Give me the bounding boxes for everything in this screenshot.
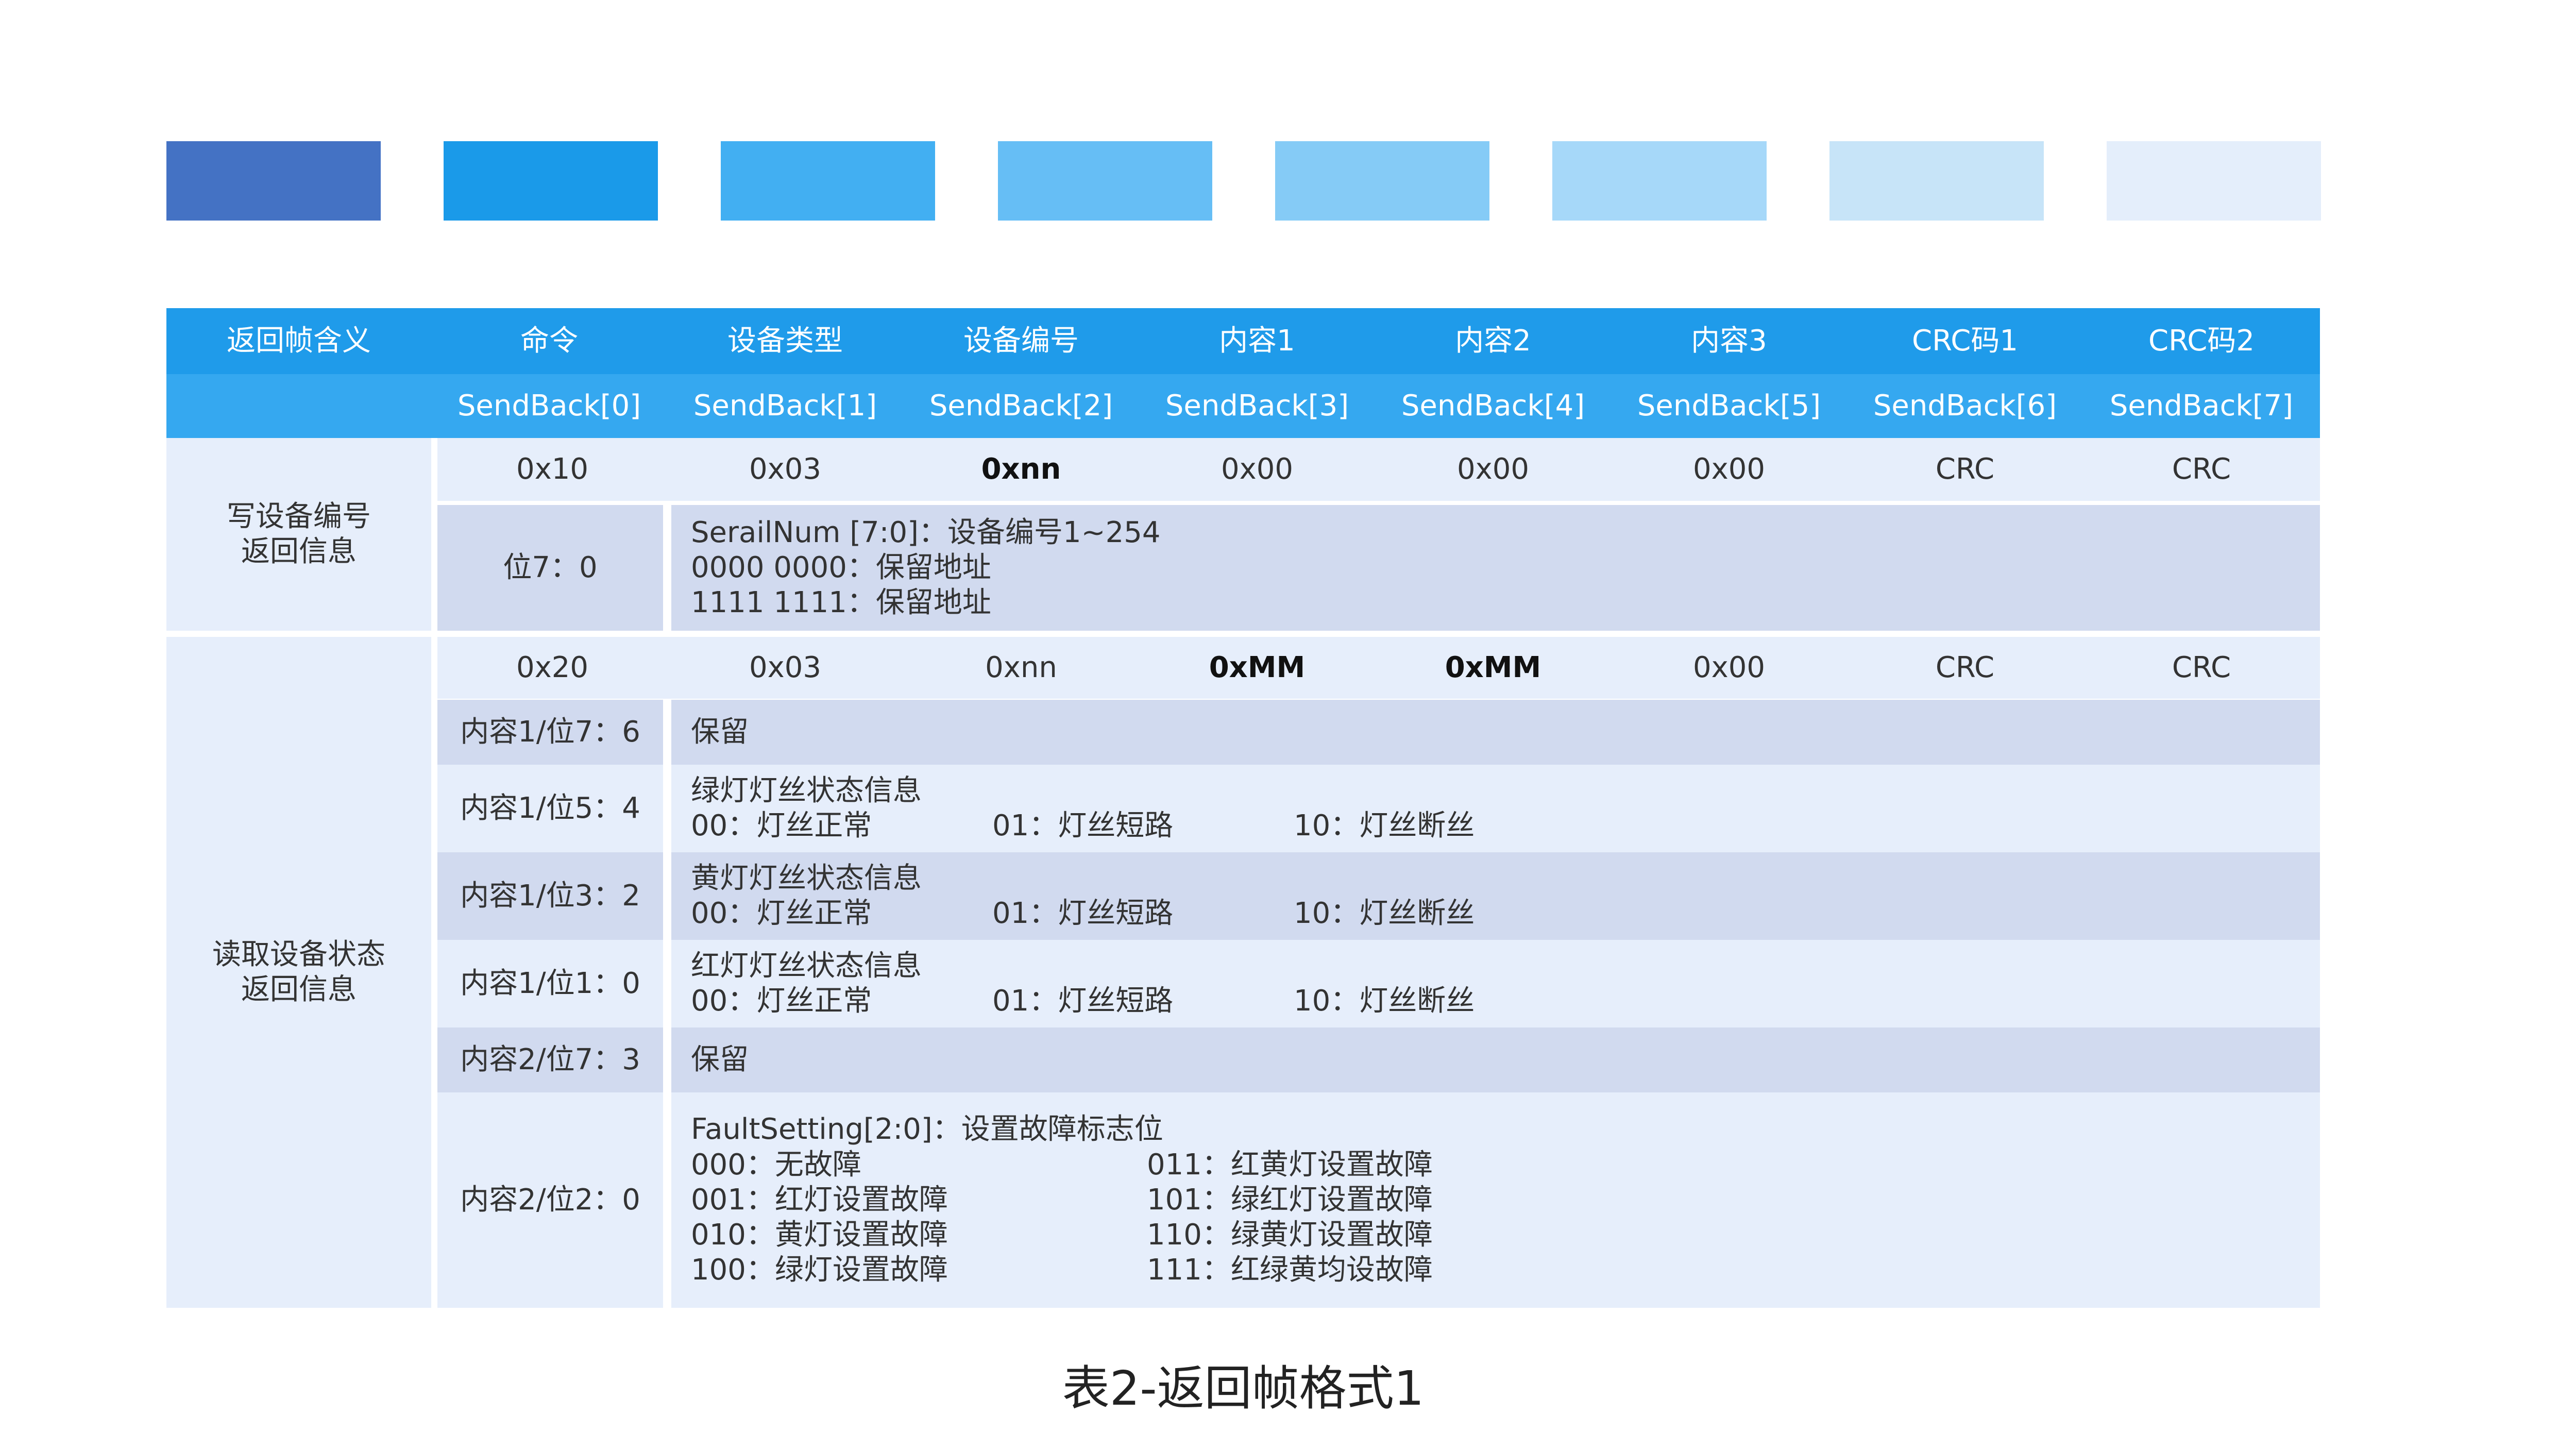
description-title: 绿灯灯丝状态信息 bbox=[691, 773, 922, 807]
value-cell: CRC bbox=[2083, 438, 2320, 501]
color-swatch bbox=[998, 141, 1212, 221]
option-item: 110：绿黄灯设置故障 bbox=[1147, 1218, 1433, 1252]
value-cell: 0x20 bbox=[437, 637, 667, 699]
color-swatch bbox=[1552, 141, 1767, 221]
option-item: 101：绿红灯设置故障 bbox=[1147, 1183, 1433, 1217]
bit-label: 内容2/位2：0 bbox=[437, 1092, 663, 1308]
color-swatch bbox=[2107, 141, 2321, 221]
value-cell: 0x00 bbox=[1611, 637, 1847, 699]
color-swatch-row bbox=[166, 141, 2321, 221]
option-list: 00：灯丝正常 01：灯丝短路 10：灯丝断丝 bbox=[691, 984, 1475, 1019]
header-cell bbox=[166, 374, 431, 438]
option-item: 100：绿灯设置故障 bbox=[691, 1253, 948, 1287]
color-swatch bbox=[166, 141, 381, 221]
option-item: 000：无故障 bbox=[691, 1148, 861, 1182]
header-cell: SendBack[7] bbox=[2083, 374, 2320, 438]
option-pair: 100：绿灯设置故障 111：红绿黄均设故障 bbox=[691, 1253, 1433, 1288]
bit-label: 内容2/位7：3 bbox=[437, 1027, 663, 1092]
option-pair: 001：红灯设置故障 101：绿红灯设置故障 bbox=[691, 1183, 1433, 1218]
value-cell: 0xnn bbox=[903, 438, 1139, 501]
description-line: 0000 0000：保留地址 bbox=[691, 550, 991, 584]
option-item: 00：灯丝正常 bbox=[691, 984, 872, 1018]
header-cell: SendBack[1] bbox=[667, 374, 903, 438]
description-title: 黄灯灯丝状态信息 bbox=[691, 861, 922, 895]
bit-label: 内容1/位3：2 bbox=[437, 852, 663, 940]
value-cell: 0x00 bbox=[1611, 438, 1847, 501]
description-line: 1111 1111：保留地址 bbox=[691, 586, 991, 620]
header-cell: 命令 bbox=[431, 308, 667, 374]
value-cell: 0x00 bbox=[1139, 438, 1375, 501]
bit-label: 内容1/位1：0 bbox=[437, 940, 663, 1027]
value-cell: 0xMM bbox=[1375, 637, 1611, 699]
header-cell: SendBack[6] bbox=[1847, 374, 2083, 438]
option-list: 00：灯丝正常 01：灯丝短路 10：灯丝断丝 bbox=[691, 808, 1475, 844]
option-list: 00：灯丝正常 01：灯丝短路 10：灯丝断丝 bbox=[691, 896, 1475, 931]
option-item: 001：红灯设置故障 bbox=[691, 1183, 948, 1217]
header-cell: 内容1 bbox=[1139, 308, 1375, 374]
bit-description: 绿灯灯丝状态信息 00：灯丝正常 01：灯丝短路 10：灯丝断丝 bbox=[671, 765, 2320, 852]
option-pair: 010：黄灯设置故障 110：绿黄灯设置故障 bbox=[691, 1218, 1433, 1253]
option-pair: 000：无故障 011：红黄灯设置故障 bbox=[691, 1148, 1433, 1183]
bit-label: 位7：0 bbox=[437, 505, 663, 631]
header-cell: 内容3 bbox=[1611, 308, 1847, 374]
value-cell: CRC bbox=[1847, 438, 2083, 501]
color-swatch bbox=[721, 141, 935, 221]
bit-label: 内容1/位7：6 bbox=[437, 700, 663, 765]
section-label-line: 返回信息 bbox=[241, 973, 357, 1006]
value-cell: 0x03 bbox=[667, 637, 903, 699]
header-cell: 设备编号 bbox=[903, 308, 1139, 374]
bit-description: 红灯灯丝状态信息 00：灯丝正常 01：灯丝短路 10：灯丝断丝 bbox=[671, 940, 2320, 1027]
header-cell: SendBack[3] bbox=[1139, 374, 1375, 438]
option-item: 01：灯丝短路 bbox=[992, 897, 1174, 930]
bit-description: 黄灯灯丝状态信息 00：灯丝正常 01：灯丝短路 10：灯丝断丝 bbox=[671, 852, 2320, 940]
section-label-line: 写设备编号 bbox=[227, 499, 371, 533]
header-cell: SendBack[4] bbox=[1375, 374, 1611, 438]
header-cell: SendBack[5] bbox=[1611, 374, 1847, 438]
option-item: 00：灯丝正常 bbox=[691, 897, 872, 930]
option-item: 01：灯丝短路 bbox=[992, 984, 1174, 1018]
color-swatch bbox=[1275, 141, 1489, 221]
header-cell: 返回帧含义 bbox=[166, 308, 431, 374]
header-cell: SendBack[0] bbox=[431, 374, 667, 438]
section-label: 写设备编号 返回信息 bbox=[166, 438, 431, 631]
section-label: 读取设备状态 返回信息 bbox=[166, 637, 431, 1308]
option-item: 011：红黄灯设置故障 bbox=[1147, 1148, 1433, 1182]
section-label-line: 返回信息 bbox=[241, 535, 357, 568]
description-line: SerailNum [7:0]：设备编号1~254 bbox=[691, 515, 1161, 549]
bit-description: 保留 bbox=[671, 700, 2320, 765]
option-item: 10：灯丝断丝 bbox=[1294, 897, 1475, 930]
bit-description: FaultSetting[2:0]：设置故障标志位 000：无故障 011：红黄… bbox=[671, 1092, 2320, 1308]
section-label-line: 读取设备状态 bbox=[212, 937, 385, 971]
description-title: 红灯灯丝状态信息 bbox=[691, 949, 922, 983]
bit-label: 内容1/位5：4 bbox=[437, 765, 663, 852]
value-cell: 0x00 bbox=[1375, 438, 1611, 501]
option-item: 10：灯丝断丝 bbox=[1294, 809, 1475, 843]
value-cell: 0xMM bbox=[1139, 637, 1375, 699]
header-cell: 设备类型 bbox=[667, 308, 903, 374]
table-caption: 表2-返回帧格式1 bbox=[1062, 1361, 1425, 1416]
value-cell: 0xnn bbox=[903, 637, 1139, 699]
header-cell: CRC码2 bbox=[2083, 308, 2320, 374]
option-item: 01：灯丝短路 bbox=[992, 809, 1174, 843]
value-cell: 0x10 bbox=[437, 438, 667, 501]
color-swatch bbox=[1829, 141, 2044, 221]
value-cell: CRC bbox=[2083, 637, 2320, 699]
color-swatch bbox=[444, 141, 658, 221]
option-item: 00：灯丝正常 bbox=[691, 809, 872, 843]
bit-description: SerailNum [7:0]：设备编号1~254 0000 0000：保留地址… bbox=[671, 505, 2320, 631]
header-cell: SendBack[2] bbox=[903, 374, 1139, 438]
header-cell: CRC码1 bbox=[1847, 308, 2083, 374]
value-cell: CRC bbox=[1847, 637, 2083, 699]
option-item: 111：红绿黄均设故障 bbox=[1147, 1253, 1433, 1287]
header-cell: 内容2 bbox=[1375, 308, 1611, 374]
value-cell: 0x03 bbox=[667, 438, 903, 501]
description-title: FaultSetting[2:0]：设置故障标志位 bbox=[691, 1113, 1163, 1147]
bit-description: 保留 bbox=[671, 1027, 2320, 1092]
option-item: 010：黄灯设置故障 bbox=[691, 1218, 948, 1252]
option-item: 10：灯丝断丝 bbox=[1294, 984, 1475, 1018]
